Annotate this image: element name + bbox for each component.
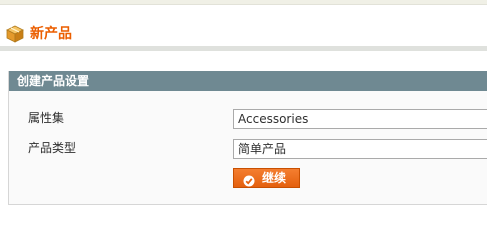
product-type-select[interactable]: 简单产品: [233, 139, 487, 159]
continue-button-label: 继续: [262, 171, 287, 185]
fieldset-legend-title: 创建产品设置: [17, 74, 90, 88]
attribute-set-label: 属性集: [28, 111, 65, 125]
product-type-label: 产品类型: [28, 141, 77, 155]
top-strip: [0, 0, 487, 5]
arrow-right-circle-icon: [243, 172, 255, 187]
header-divider: [0, 46, 487, 51]
product-box-icon: [6, 25, 24, 43]
page-header: 新产品: [0, 0, 487, 51]
attribute-set-select[interactable]: Accessories: [233, 109, 487, 129]
page-title: 新产品: [30, 26, 72, 42]
continue-button[interactable]: 继续: [233, 168, 300, 188]
fieldset-legend: 创建产品设置: [9, 71, 487, 91]
